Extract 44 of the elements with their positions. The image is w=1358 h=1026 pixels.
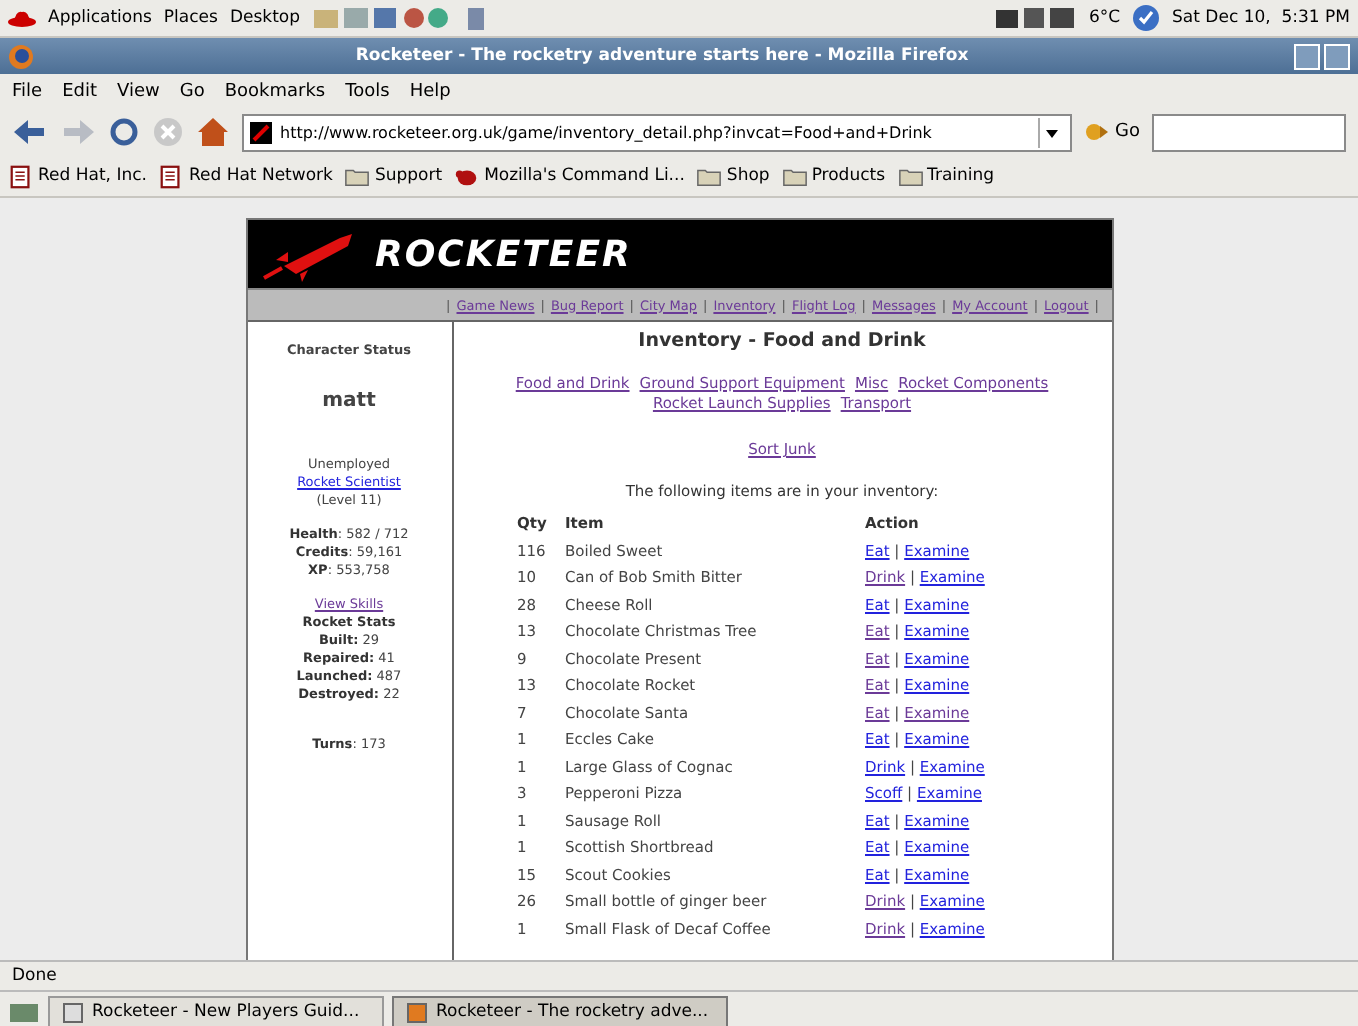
menu-item[interactable]: File [12,81,43,101]
panel-menu[interactable]: Places [163,8,218,28]
search-field[interactable] [1152,113,1346,151]
checkmark-icon[interactable] [1132,4,1161,32]
menu-item[interactable]: Bookmarks [224,81,326,101]
bookmark-page-icon [8,163,34,189]
status-text: Done [12,966,57,986]
panel-menu[interactable]: Applications [48,8,152,28]
page-heading: Inventory - Food and Drink [638,330,926,352]
taskbar-button[interactable]: Rocketeer - New Players Guid... [48,996,384,1026]
home-icon[interactable] [196,116,230,148]
menu-item[interactable]: Tools [345,81,390,101]
reload-icon[interactable] [108,116,140,148]
hat-icon[interactable] [8,8,36,28]
site-logo[interactable]: ROCKETEER [375,233,632,275]
bookmark[interactable]: Mozilla's Command Li... [454,163,685,189]
tray-icons-drawing[interactable] [996,6,1077,30]
temperature: 6°C [1088,8,1121,28]
minimize-button[interactable] [1294,43,1320,69]
dropdown-icon[interactable] [1037,117,1064,147]
maximize-button[interactable] [1324,43,1350,69]
menu-item[interactable]: View [117,81,160,101]
address-field[interactable]: http://www.rocketeer.org.uk/game/inventory_detail.php?invcat=Food+and+Drink [242,113,1072,151]
menu-item[interactable]: Edit [62,81,97,101]
character-name: matt [322,390,376,412]
menu-item[interactable]: Go [179,81,205,101]
bookmark[interactable]: Red Hat Network [158,163,333,189]
launcher-icons-drawing[interactable] [312,4,453,32]
bookmark[interactable]: Shop [696,163,770,189]
clock[interactable]: Sat Dec 10, 5:31 PM [1172,8,1350,28]
site-icon [250,121,272,143]
bookmark[interactable]: Support [344,163,443,189]
bookmark[interactable]: Products [781,163,886,189]
bookmark[interactable]: Training [897,163,995,189]
bookmark-page-icon [158,163,185,189]
bookmark[interactable]: Red Hat, Inc. [8,163,147,189]
menu-item[interactable]: Help [409,81,451,101]
desktop-icon[interactable] [8,998,40,1026]
window-title: Rocketeer - The rocketry adventure starts here - Mozilla Firefox [353,46,971,66]
taskbar-button[interactable]: Rocketeer - The rocketry adve... [392,996,728,1026]
go-button[interactable]: Go [1083,122,1140,142]
back-arrow-icon[interactable] [12,118,48,146]
panel-menu[interactable]: Desktop [229,8,301,28]
go-arrow-icon [1083,122,1112,142]
